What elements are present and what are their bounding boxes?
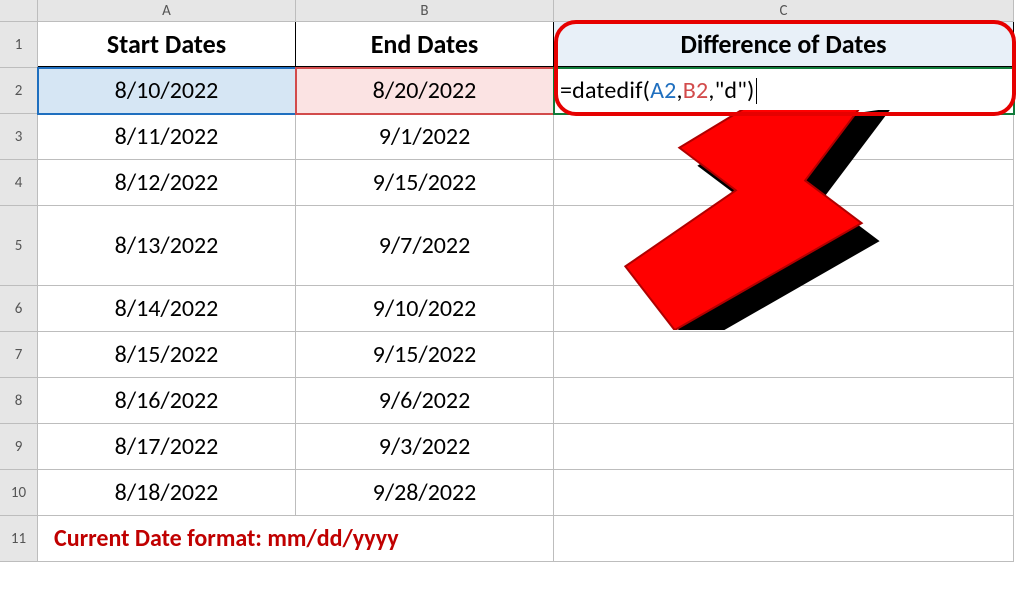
- cell-a8[interactable]: 8/16/2022: [38, 378, 296, 424]
- col-header-c[interactable]: C: [554, 0, 1014, 22]
- cell-c1[interactable]: Difference of Dates: [554, 22, 1014, 68]
- formula-text: =datedif(A2,B2,"d"): [560, 76, 757, 105]
- row-header-6[interactable]: 6: [0, 286, 38, 332]
- cell-b8[interactable]: 9/6/2022: [296, 378, 554, 424]
- row-header-1[interactable]: 1: [0, 22, 38, 68]
- cell-b2[interactable]: 8/20/2022: [296, 68, 554, 114]
- formula-ref-a2: A2: [650, 76, 676, 105]
- cell-b5[interactable]: 9/7/2022: [296, 206, 554, 286]
- row-header-5[interactable]: 5: [0, 206, 38, 286]
- cell-c7[interactable]: [554, 332, 1014, 378]
- table-row: 4 8/12/2022 9/15/2022: [0, 160, 1024, 206]
- table-row: 2 8/10/2022 8/20/2022 =datedif(A2,B2,"d"…: [0, 68, 1024, 114]
- cell-c6[interactable]: [554, 286, 1014, 332]
- row-header-11[interactable]: 11: [0, 516, 38, 562]
- cell-a7[interactable]: 8/15/2022: [38, 332, 296, 378]
- cell-c5[interactable]: [554, 206, 1014, 286]
- cell-b10[interactable]: 9/28/2022: [296, 470, 554, 516]
- row-header-10[interactable]: 10: [0, 470, 38, 516]
- table-row: 10 8/18/2022 9/28/2022: [0, 470, 1024, 516]
- cell-a10[interactable]: 8/18/2022: [38, 470, 296, 516]
- spreadsheet: A B C 1 Start Dates End Dates Difference…: [0, 0, 1024, 562]
- table-row: 8 8/16/2022 9/6/2022: [0, 378, 1024, 424]
- cell-c8[interactable]: [554, 378, 1014, 424]
- cell-c4[interactable]: [554, 160, 1014, 206]
- formula-prefix: =datedif(: [560, 76, 650, 105]
- cell-a5[interactable]: 8/13/2022: [38, 206, 296, 286]
- table-row: 6 8/14/2022 9/10/2022: [0, 286, 1024, 332]
- row-header-2[interactable]: 2: [0, 68, 38, 114]
- cell-a3[interactable]: 8/11/2022: [38, 114, 296, 160]
- row-header-9[interactable]: 9: [0, 424, 38, 470]
- cell-b9[interactable]: 9/3/2022: [296, 424, 554, 470]
- formula-arg: "d": [715, 76, 747, 105]
- col-header-b[interactable]: B: [296, 0, 554, 22]
- cell-a9[interactable]: 8/17/2022: [38, 424, 296, 470]
- col-header-a[interactable]: A: [38, 0, 296, 22]
- cell-a1[interactable]: Start Dates: [38, 22, 296, 68]
- cell-b4[interactable]: 9/15/2022: [296, 160, 554, 206]
- row-header-7[interactable]: 7: [0, 332, 38, 378]
- row-header-8[interactable]: 8: [0, 378, 38, 424]
- cell-c10[interactable]: [554, 470, 1014, 516]
- cell-a6[interactable]: 8/14/2022: [38, 286, 296, 332]
- cell-c11[interactable]: [554, 516, 1014, 562]
- table-row: 7 8/15/2022 9/15/2022: [0, 332, 1024, 378]
- column-header-row: A B C: [0, 0, 1024, 22]
- cell-c3[interactable]: [554, 114, 1014, 160]
- cell-a4[interactable]: 8/12/2022: [38, 160, 296, 206]
- formula-suffix: ): [747, 76, 754, 105]
- cell-a11-note[interactable]: Current Date format: mm/dd/yyyy: [38, 516, 554, 562]
- table-row: 5 8/13/2022 9/7/2022: [0, 206, 1024, 286]
- cell-c2[interactable]: =datedif(A2,B2,"d"): [554, 68, 1014, 114]
- table-row: 9 8/17/2022 9/3/2022: [0, 424, 1024, 470]
- text-cursor: [756, 78, 757, 104]
- formula-ref-b2: B2: [683, 76, 709, 105]
- table-row: 11 Current Date format: mm/dd/yyyy: [0, 516, 1024, 562]
- select-all-corner[interactable]: [0, 0, 38, 22]
- row-header-4[interactable]: 4: [0, 160, 38, 206]
- cell-b3[interactable]: 9/1/2022: [296, 114, 554, 160]
- cell-b7[interactable]: 9/15/2022: [296, 332, 554, 378]
- cell-b6[interactable]: 9/10/2022: [296, 286, 554, 332]
- row-header-3[interactable]: 3: [0, 114, 38, 160]
- cell-a2[interactable]: 8/10/2022: [38, 68, 296, 114]
- cell-c9[interactable]: [554, 424, 1014, 470]
- cell-b1[interactable]: End Dates: [296, 22, 554, 68]
- table-row: 3 8/11/2022 9/1/2022: [0, 114, 1024, 160]
- table-row: 1 Start Dates End Dates Difference of Da…: [0, 22, 1024, 68]
